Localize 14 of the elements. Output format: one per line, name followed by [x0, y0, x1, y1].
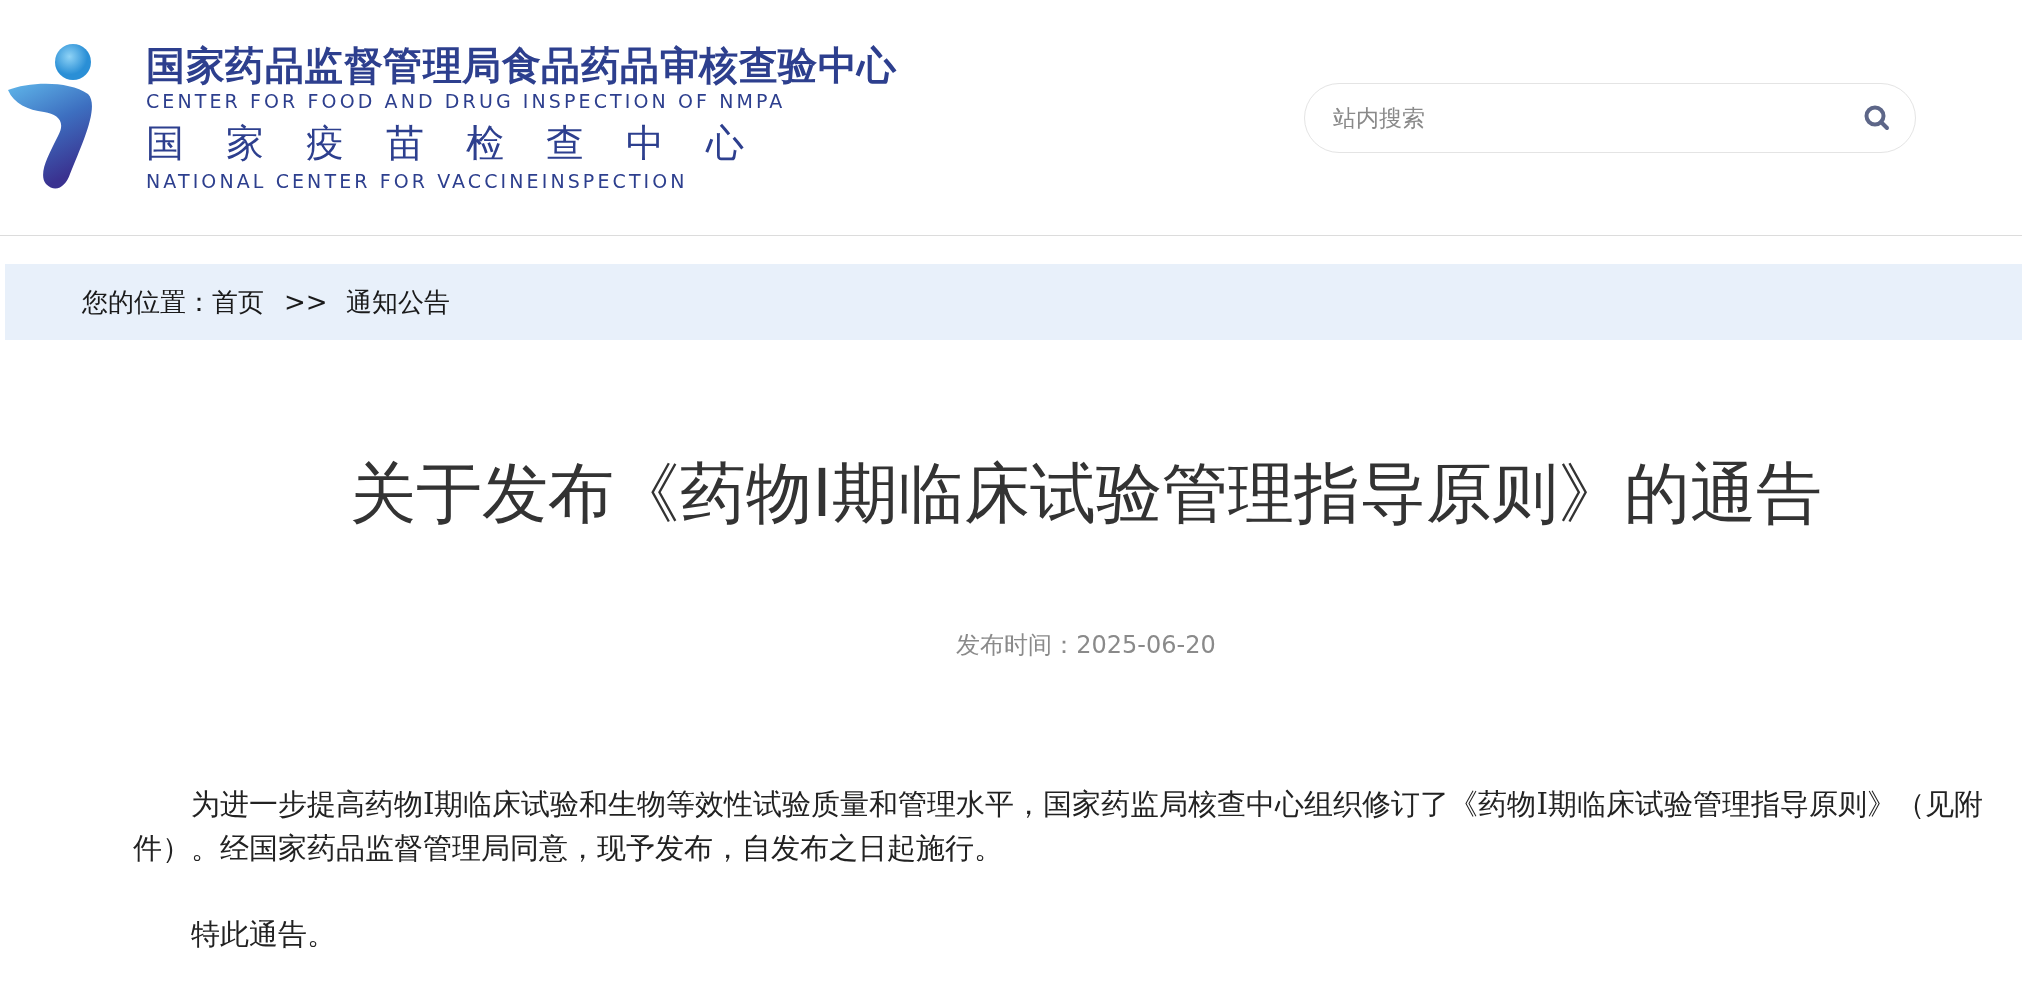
breadcrumb-separator: >> — [284, 287, 328, 317]
breadcrumb-link[interactable]: 通知公告 — [345, 284, 450, 320]
article-paragraph: 特此通告。 — [190, 917, 337, 952]
publish-date: 发布时间：2025-06-20 — [955, 630, 1217, 660]
logo-title: 国家疫苗检查中心 — [146, 119, 787, 167]
breadcrumb-link[interactable]: 首页 — [212, 284, 264, 320]
article-title: 关于发布《药物Ⅰ期临床试验管理指导原则》的通告 — [349, 454, 1823, 534]
article-paragraph: 为进一步提高药物Ⅰ期临床试验和生物等效性试验质量和管理水平，国家药监局核查中心组织修订了《药物Ⅰ期临床试验管理指导原则》（见附件）。经国家药品监督管理局同意，现予发布，自发布之日起施行。 — [133, 787, 1984, 866]
logo-subtitle: CENTER FOR FOOD AND DRUG INSPECTION OF NMPA — [146, 88, 787, 113]
logo-subtitle: NATIONAL CENTER FOR VACCINEINSPECTION — [146, 168, 689, 193]
breadcrumb-label: 您的位置： — [82, 285, 212, 319]
logo-title: 国家药品监督管理局食品药品审核查验中心 — [146, 42, 897, 89]
search-field[interactable]: 站内搜索 — [1304, 82, 1916, 153]
search-icon[interactable] — [1864, 104, 1890, 131]
